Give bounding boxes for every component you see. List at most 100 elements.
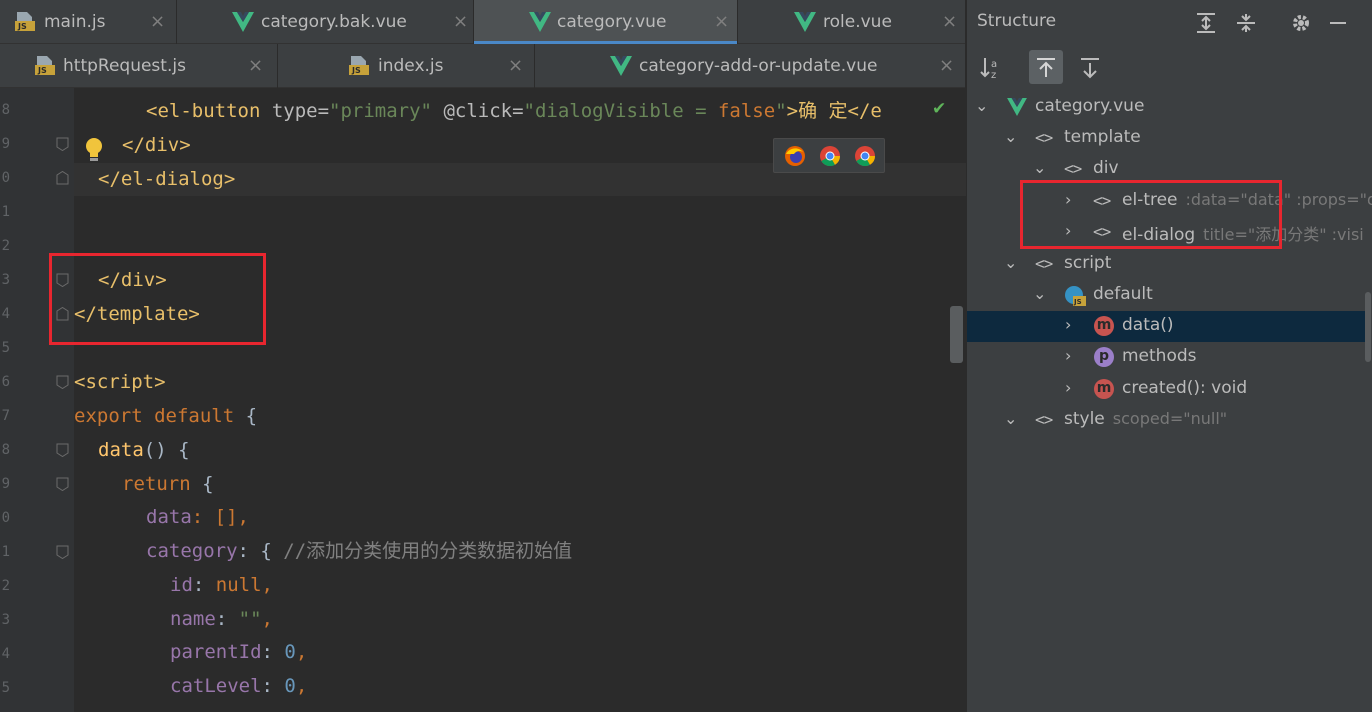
chrome-icon[interactable]: [819, 145, 841, 167]
method-icon: m: [1094, 379, 1114, 399]
code-token: :: [192, 574, 216, 596]
code-token: null: [215, 574, 262, 596]
fold-marker-icon[interactable]: [56, 477, 69, 491]
line-number: 0: [1, 510, 10, 526]
tree-node-template[interactable]: ⌄ <> template: [967, 123, 1367, 154]
vue-file-icon: [610, 56, 632, 76]
navigate-to-source-button[interactable]: [1073, 50, 1107, 84]
code-line: parentId: 0,: [170, 640, 307, 664]
code-token: :: [261, 675, 285, 697]
code-token: return: [122, 473, 191, 495]
code-token: ,: [295, 675, 308, 697]
code-token: type=: [271, 100, 330, 122]
tab-httprequest-js[interactable]: JS httpRequest.js ×: [0, 44, 278, 88]
line-number: 5: [1, 340, 10, 356]
code-token: :: [215, 608, 239, 630]
minimize-icon[interactable]: [1327, 12, 1349, 34]
code-line: </div>: [122, 133, 191, 157]
lightbulb-icon[interactable]: [84, 137, 104, 163]
code-token: </div>: [122, 134, 191, 156]
code-line: export default {: [74, 404, 257, 428]
node-label: style: [1064, 409, 1105, 429]
code-token: {: [190, 473, 214, 495]
close-icon[interactable]: ×: [453, 10, 468, 34]
chevron-down-icon[interactable]: ⌄: [1004, 127, 1017, 146]
property-icon: p: [1094, 347, 1114, 367]
editor-scrollbar[interactable]: [950, 306, 963, 363]
fold-marker-icon[interactable]: [56, 137, 69, 151]
close-icon[interactable]: ×: [714, 10, 729, 34]
code-token: :: [261, 641, 285, 663]
code-token: parentId: [170, 641, 262, 663]
fold-marker-icon[interactable]: [56, 443, 69, 457]
line-number: 3: [1, 272, 10, 288]
code-token: : {: [237, 540, 284, 562]
tree-node-script[interactable]: ⌄ <> script: [967, 249, 1367, 280]
chevron-down-icon[interactable]: ⌄: [1004, 253, 1017, 272]
chevron-down-icon[interactable]: ⌄: [975, 96, 988, 115]
line-number: 4: [1, 646, 10, 662]
tree-node-created[interactable]: › m created(): void: [967, 374, 1367, 405]
structure-panel: Structure az ⌄ category.vue ⌄ <> templat…: [966, 0, 1372, 712]
close-icon[interactable]: ×: [508, 54, 523, 78]
chevron-down-icon[interactable]: ⌄: [1033, 284, 1046, 303]
line-number: 9: [1, 136, 10, 152]
tab-bar-row-2: JS httpRequest.js × JS index.js × catego…: [0, 44, 966, 88]
tab-label: httpRequest.js: [63, 56, 186, 76]
node-label: script: [1064, 253, 1112, 273]
browser-preview-popup: [773, 138, 885, 173]
close-icon[interactable]: ×: [150, 10, 165, 34]
chevron-right-icon[interactable]: ›: [1065, 346, 1071, 365]
tab-label: category.bak.vue: [261, 12, 407, 32]
fold-marker-icon[interactable]: [56, 171, 69, 185]
chevron-right-icon[interactable]: ›: [1065, 378, 1071, 397]
code-line: </el-dialog>: [98, 167, 235, 191]
sort-alpha-button[interactable]: az: [975, 50, 1009, 84]
chevron-right-icon[interactable]: ›: [1065, 315, 1071, 334]
node-label: data(): [1122, 315, 1174, 335]
fold-marker-icon[interactable]: [56, 545, 69, 559]
close-icon[interactable]: ×: [939, 54, 954, 78]
close-icon[interactable]: ×: [248, 54, 263, 78]
tab-index-js[interactable]: JS index.js ×: [278, 44, 535, 88]
tab-main-js[interactable]: JS main.js ×: [0, 0, 177, 44]
gear-icon[interactable]: [1290, 12, 1312, 34]
editor-pane: JS main.js × category.bak.vue × category…: [0, 0, 966, 712]
structure-header: Structure: [967, 0, 1372, 44]
tab-category-bak-vue[interactable]: category.bak.vue ×: [177, 0, 474, 44]
code-token: "": [238, 608, 262, 630]
tab-category-add-or-update-vue[interactable]: category-add-or-update.vue ×: [535, 44, 966, 88]
svg-text:JS: JS: [37, 66, 47, 75]
code-token: ,: [295, 641, 308, 663]
chrome-icon[interactable]: [854, 145, 876, 167]
chevron-down-icon[interactable]: ⌄: [1004, 409, 1017, 428]
tree-node-methods[interactable]: › p methods: [967, 342, 1367, 373]
expand-all-icon[interactable]: [1195, 12, 1217, 34]
scroll-from-source-icon: [1037, 58, 1055, 77]
code-token: 0: [284, 641, 296, 663]
chevron-down-icon[interactable]: ⌄: [1033, 158, 1046, 177]
firefox-icon[interactable]: [784, 145, 806, 167]
node-label: category.vue: [1035, 96, 1145, 116]
close-icon[interactable]: ×: [942, 10, 957, 34]
class-icon: JS: [1065, 286, 1086, 306]
tab-label: role.vue: [823, 12, 892, 32]
line-number: 1: [1, 544, 10, 560]
code-token: {: [234, 405, 258, 427]
navigate-from-source-button[interactable]: [1029, 50, 1063, 84]
line-number: 5: [1, 680, 10, 696]
code-line: data() {: [98, 438, 190, 462]
structure-scrollbar[interactable]: [1365, 292, 1371, 362]
collapse-all-icon[interactable]: [1235, 12, 1257, 34]
code-token: //添加分类使用的分类数据初始值: [283, 540, 573, 562]
tab-role-vue[interactable]: role.vue ×: [738, 0, 966, 44]
tree-node-category-vue[interactable]: ⌄ category.vue: [967, 92, 1367, 123]
code-token: ": [775, 100, 787, 122]
svg-text:z: z: [991, 70, 996, 81]
tree-node-style[interactable]: ⌄ <> style scoped="null": [967, 405, 1367, 436]
tree-node-default[interactable]: ⌄ JS default: [967, 280, 1367, 311]
tree-node-data[interactable]: › m data(): [967, 311, 1367, 342]
tab-category-vue[interactable]: category.vue ×: [474, 0, 738, 44]
svg-text:JS: JS: [351, 66, 361, 75]
fold-marker-icon[interactable]: [56, 375, 69, 389]
